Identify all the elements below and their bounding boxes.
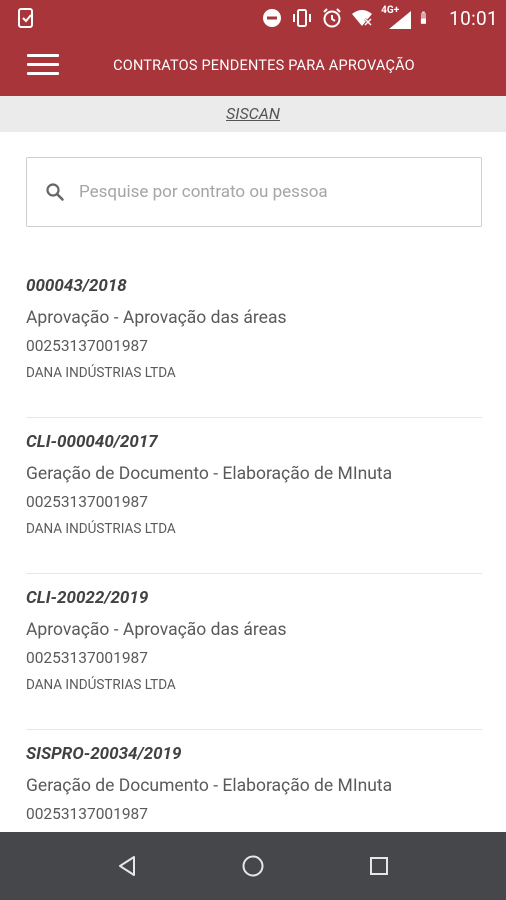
contract-company: DANA INDÚSTRIAS LTDA (26, 677, 176, 693)
contract-stage: Geração de Documento - Elaboração de MIn… (26, 776, 393, 796)
system-nav-bar (0, 832, 506, 900)
list-item[interactable]: CLI-20022/2019 Aprovação - Aprovação das… (26, 574, 482, 730)
contract-document: 00253137001987 (26, 805, 148, 823)
subbar: SISCAN (0, 96, 506, 132)
home-button[interactable] (190, 832, 316, 900)
do-not-disturb-icon (263, 9, 282, 27)
recents-button[interactable] (316, 832, 442, 900)
back-triangle-icon (119, 856, 135, 876)
page-title: CONTRATOS PENDENTES PARA APROVAÇÃO (113, 57, 415, 74)
contract-document: 00253137001987 (26, 649, 148, 667)
contract-code: CLI-20022/2019 (26, 588, 149, 608)
contract-list: 000043/2018 Aprovação - Aprovação das ár… (26, 262, 482, 886)
contract-code: 000043/2018 (26, 276, 127, 296)
recents-square-icon (370, 857, 388, 875)
contract-company: DANA INDÚSTRIAS LTDA (26, 521, 176, 537)
home-circle-icon (242, 855, 264, 877)
status-icons: 4G+ 10:01 (261, 0, 498, 36)
back-button[interactable] (64, 832, 190, 900)
search-icon (46, 183, 64, 201)
contract-code: CLI-000040/2017 (26, 432, 158, 452)
phone-notification-icon (18, 8, 33, 28)
signal-icon: 4G+ (381, 5, 412, 29)
list-item[interactable]: 000043/2018 Aprovação - Aprovação das ár… (26, 262, 482, 418)
list-item[interactable]: CLI-000040/2017 Geração de Documento - E… (26, 418, 482, 574)
contract-stage: Geração de Documento - Elaboração de MIn… (26, 464, 393, 484)
battery-icon (421, 11, 427, 24)
search-box[interactable] (26, 157, 482, 227)
app-bar: CONTRATOS PENDENTES PARA APROVAÇÃO (0, 36, 506, 96)
contract-code: SISPRO-20034/2019 (26, 744, 182, 764)
search-input[interactable] (79, 182, 439, 202)
wifi-off-icon (352, 10, 373, 26)
vibrate-icon (293, 9, 312, 27)
siscan-link[interactable]: SISCAN (226, 104, 280, 123)
contract-company: DANA INDÚSTRIAS LTDA (26, 365, 176, 381)
contract-document: 00253137001987 (26, 493, 148, 511)
alarm-icon (323, 8, 341, 28)
status-bar: 4G+ 10:01 (0, 0, 506, 36)
contract-stage: Aprovação - Aprovação das áreas (26, 308, 287, 328)
contract-document: 00253137001987 (26, 337, 148, 355)
contract-stage: Aprovação - Aprovação das áreas (26, 620, 287, 640)
clock: 10:01 (449, 6, 498, 30)
